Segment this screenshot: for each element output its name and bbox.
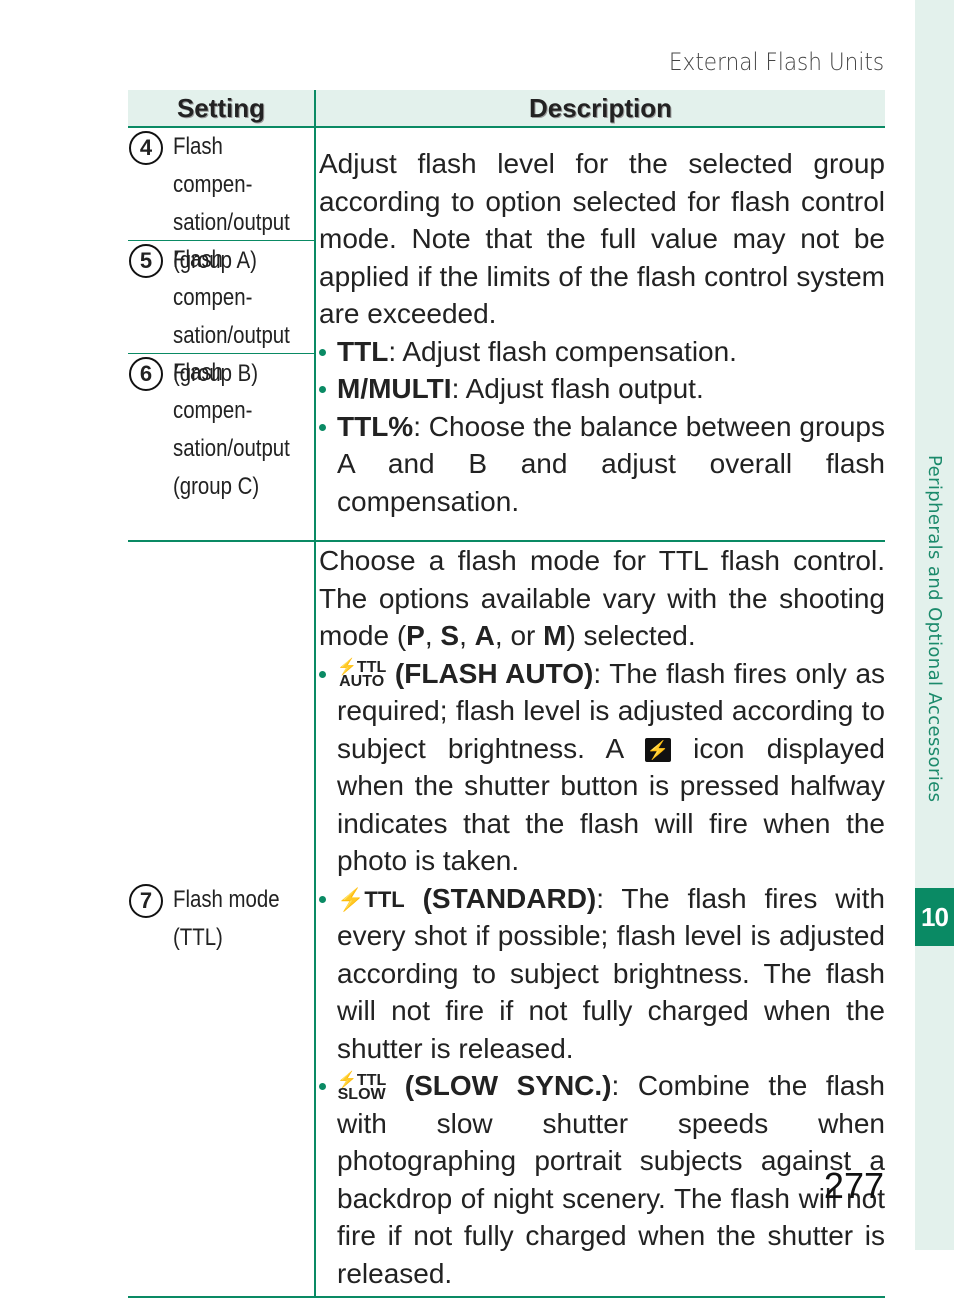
option-text: : Choose the balance between groups A an…: [337, 410, 885, 517]
number-badge: 6: [129, 357, 163, 391]
option-list: TTL: Adjust flash compensation. M/MULTI:…: [319, 333, 885, 521]
table-header: Setting Description: [128, 90, 885, 128]
setting-item: 5 Flash compen- sation/output (group B): [128, 241, 314, 387]
description-cell: Choose a flash mode for TTL flash contro…: [315, 541, 885, 1298]
setting-label: Flash compen- sation/output (group C): [173, 359, 290, 500]
description-intro: Adjust flash level for the selected grou…: [319, 148, 885, 329]
description-cell: Adjust flash level for the selected grou…: [315, 127, 885, 542]
option-term: (STANDARD): [422, 882, 597, 914]
setting-label: Flash compen- sation/output (group B): [173, 246, 290, 387]
option-term: TTL: [337, 335, 389, 367]
chapter-number: 10: [915, 888, 954, 946]
bullet-icon: [319, 423, 326, 431]
number-badge: 5: [129, 244, 163, 278]
list-item: ⚡TTL (STANDARD): The flash fires with ev…: [319, 880, 885, 1068]
bullet-icon: [319, 670, 326, 678]
option-list: ⚡TTL AUTO (FLASH AUTO): The flash fires o…: [319, 655, 885, 1293]
mode-s: S: [440, 620, 460, 651]
setting-item: 4 Flash compen- sation/output (group A): [128, 128, 314, 274]
bullet-icon: [319, 1083, 326, 1090]
number-badge: 7: [129, 884, 163, 918]
list-item: ⚡TTL SLOW (SLOW SYNC.): Combine the flash…: [319, 1067, 885, 1292]
mode-m: M: [543, 620, 567, 651]
list-item: M/MULTI: Adjust flash output.: [319, 370, 885, 408]
option-term: (SLOW SYNC.): [404, 1070, 612, 1101]
option-term: TTL%: [337, 410, 414, 442]
settings-table: Setting Description 4 Flash compen- sati…: [128, 90, 885, 1298]
chapter-title: Peripherals and Optional Accessories: [924, 455, 945, 803]
setting-item: 7 Flash mode (TTL): [128, 881, 314, 957]
header-setting: Setting: [128, 90, 316, 128]
header-description: Description: [315, 90, 885, 128]
ttl-slow-icon: ⚡TTL SLOW: [337, 1071, 387, 1103]
mode-a: A: [474, 620, 495, 651]
ttl-auto-icon: ⚡TTL AUTO: [337, 659, 387, 691]
table-row: 4 Flash compen- sation/output (group A) …: [128, 127, 885, 542]
flash-ready-icon: ⚡: [644, 738, 671, 763]
bullet-icon: [319, 386, 326, 393]
setting-label: Flash compen- sation/output (group A): [173, 133, 290, 274]
option-term: M/MULTI: [337, 373, 452, 404]
option-term: (FLASH AUTO): [394, 657, 594, 689]
list-item: ⚡TTL AUTO (FLASH AUTO): The flash fires o…: [319, 655, 885, 880]
option-text: : Adjust flash compensation.: [388, 335, 737, 367]
running-head: External Flash Units: [668, 48, 884, 76]
number-badge: 4: [129, 131, 163, 165]
bullet-icon: [319, 895, 326, 903]
setting-label: Flash mode (TTL): [173, 886, 280, 951]
bullet-icon: [319, 348, 326, 356]
list-item: TTL%: Choose the balance between groups …: [319, 408, 885, 521]
table-row: 7 Flash mode (TTL) Choose a flash mode f…: [128, 541, 885, 1298]
mode-p: P: [406, 620, 425, 651]
ttl-standard-icon: ⚡TTL: [337, 887, 405, 913]
page-number: 277: [823, 1165, 884, 1206]
description-intro: Choose a flash mode for TTL flash contro…: [319, 545, 885, 651]
option-text: : Adjust flash output.: [451, 373, 704, 404]
list-item: TTL: Adjust flash compensation.: [319, 333, 885, 371]
setting-item: 6 Flash compen- sation/output (group C): [128, 354, 314, 500]
